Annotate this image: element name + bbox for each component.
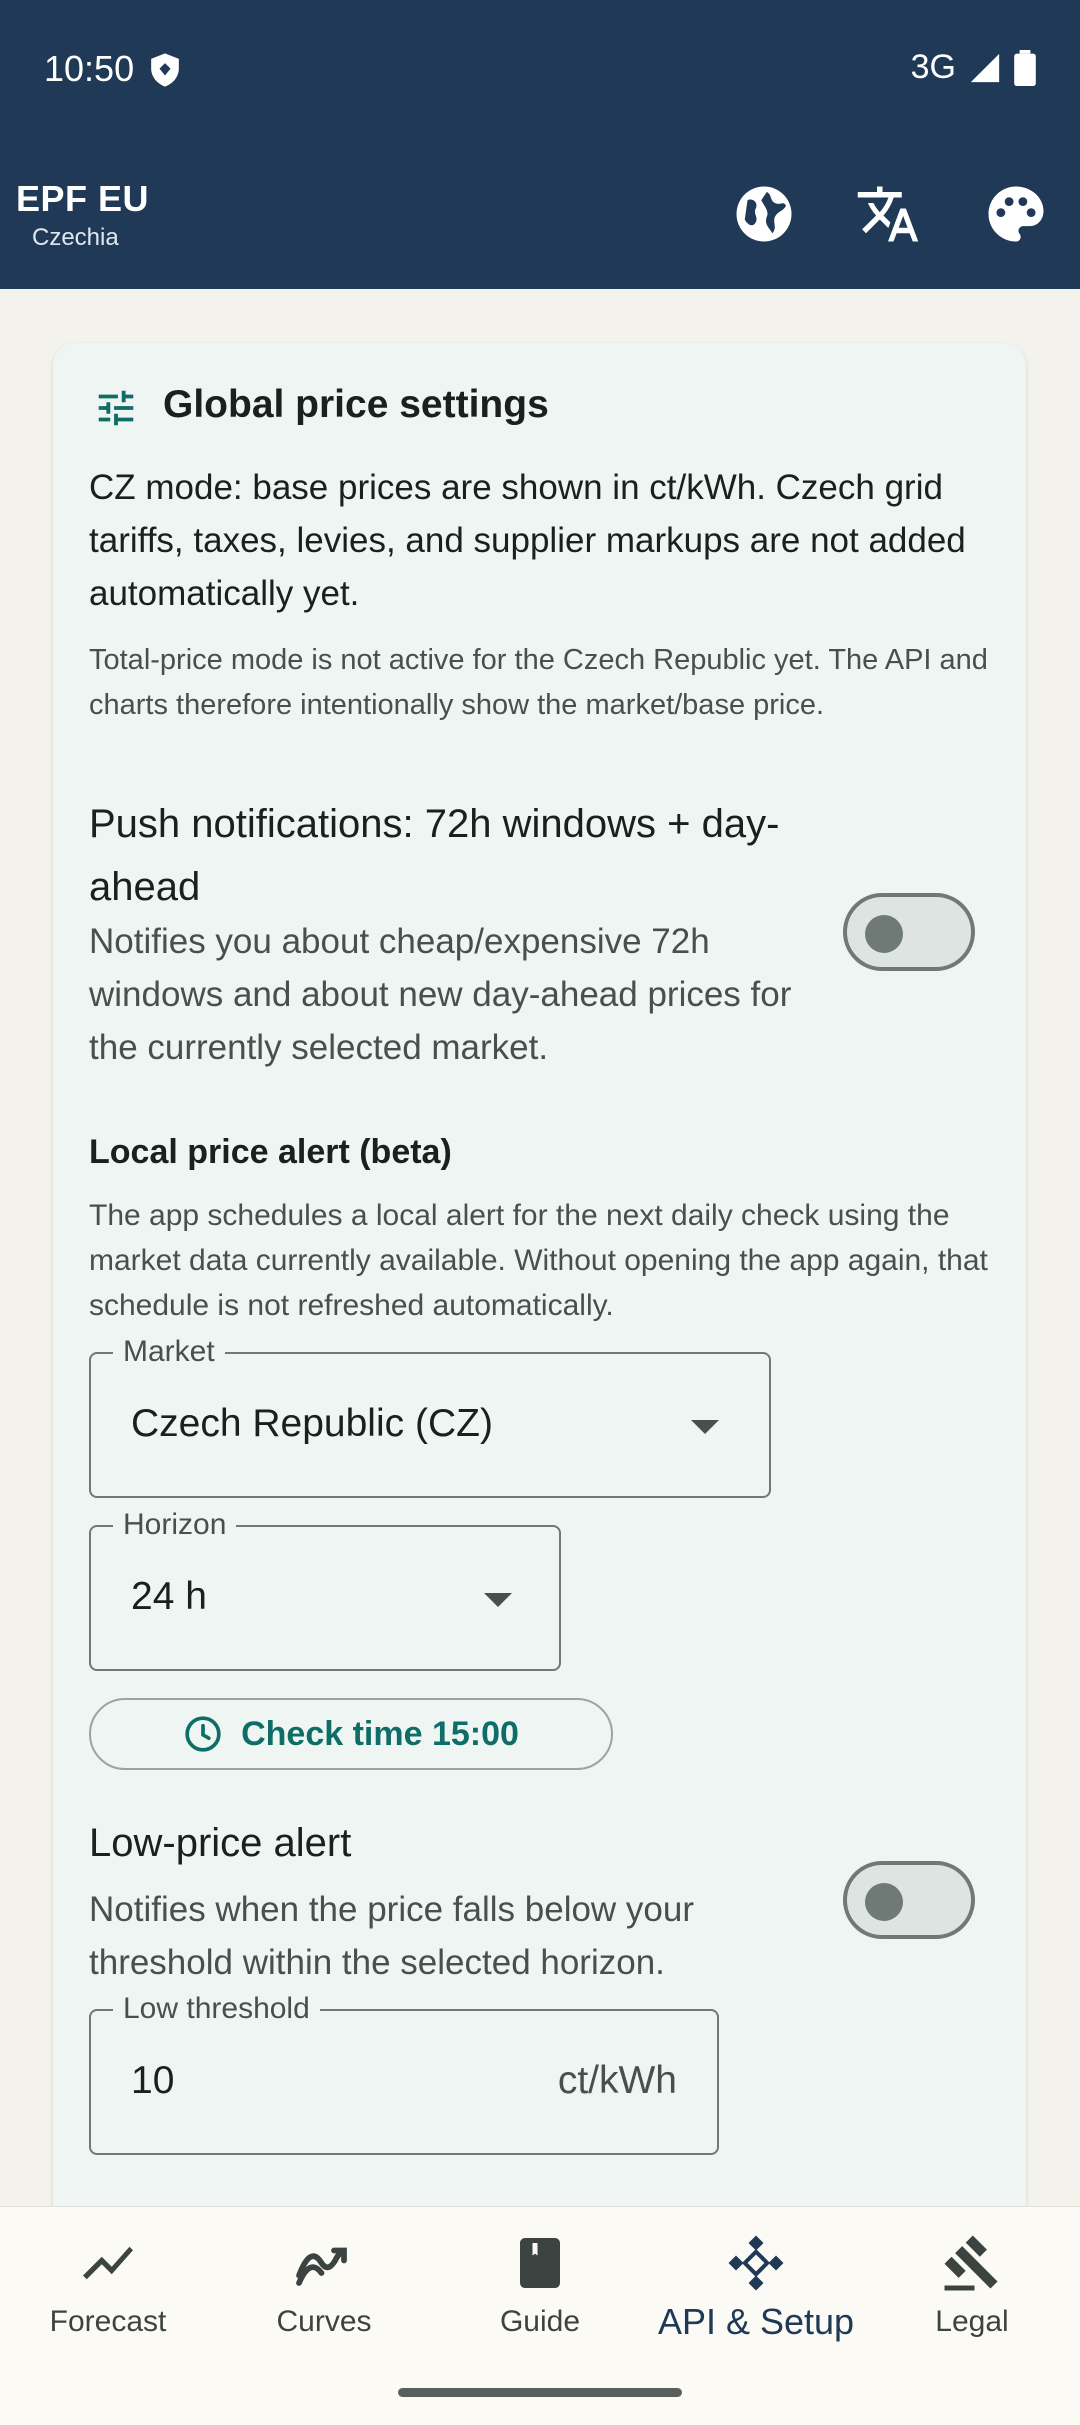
market-label: Market [113,1332,225,1372]
home-indicator[interactable] [398,2388,682,2397]
globe-icon [736,186,792,242]
chevron-down-icon [691,1420,719,1434]
clock-icon [185,1716,221,1752]
nav-api-setup[interactable]: API & Setup [648,2233,864,2363]
nav-label: Guide [499,2305,581,2338]
push-notifications-switch[interactable] [843,893,975,971]
app-subtitle: Czechia [32,224,119,251]
network-type: 3G [910,48,956,86]
chevron-down-icon [484,1593,512,1607]
low-threshold-input[interactable]: Low threshold 10 ct/kWh [89,1989,719,2155]
shield-icon [151,53,179,87]
palette-button[interactable] [980,178,1052,250]
push-notifications-title: Push notifications: 72h windows + day-ah… [89,802,780,909]
low-threshold-value: 10 [131,2059,175,2102]
low-price-switch[interactable] [843,1861,975,1939]
horizon-value: 24 h [131,1575,207,1618]
gavel-icon [944,2235,998,2291]
market-value: Czech Republic (CZ) [131,1402,493,1445]
low-price-title: Low-price alert [89,1821,352,1865]
app-title: EPF EU [16,178,150,219]
switch-knob [865,915,903,953]
nav-legal[interactable]: Legal [864,2233,1080,2363]
low-threshold-label: Low threshold [113,1989,320,2029]
nav-label: API & Setup [657,2301,855,2342]
nav-label: Forecast [49,2305,167,2338]
translate-button[interactable] [852,178,924,250]
card-title: Global price settings [163,383,549,426]
local-alert-description: The app schedules a local alert for the … [89,1199,988,1322]
nav-curves[interactable]: Curves [216,2233,432,2363]
nav-label: Legal [935,2305,1009,2338]
market-select[interactable]: Market Czech Republic (CZ) [89,1332,771,1498]
signal-icon [970,53,1000,82]
status-time: 10:50 [44,48,135,89]
low-price-description: Notifies when the price falls below your… [89,1890,695,1982]
check-time-button[interactable]: Check time 15:00 [89,1698,613,1770]
switch-knob [865,1883,903,1921]
horizon-select[interactable]: Horizon 24 h [89,1505,561,1671]
battery-icon [1014,49,1036,86]
nav-guide[interactable]: Guide [432,2233,648,2363]
book-icon [520,2238,560,2288]
check-time-label: Check time 15:00 [241,1714,519,1753]
low-threshold-unit: ct/kWh [557,2059,677,2102]
app-header: 10:50 3G EPF EU Czechia [0,0,1080,289]
api-icon [728,2235,784,2291]
status-indicators: 3G [911,48,1036,87]
translate-icon [857,186,919,242]
cz-mode-text: CZ mode: base prices are shown in ct/kWh… [89,468,966,613]
nav-forecast[interactable]: Forecast [0,2233,216,2363]
push-notifications-description: Notifies you about cheap/expensive 72h w… [89,922,792,1067]
total-price-note: Total-price mode is not active for the C… [89,644,988,721]
trend-icon [83,2246,133,2280]
global-price-settings-card: Global price settings CZ mode: base pric… [53,343,1026,2243]
nav-label: Curves [276,2305,372,2338]
curves-icon [296,2247,347,2286]
tune-icon [98,390,134,426]
palette-icon [988,186,1044,242]
globe-button[interactable] [728,178,800,250]
local-alert-title: Local price alert (beta) [89,1133,452,1171]
horizon-label: Horizon [113,1505,237,1545]
